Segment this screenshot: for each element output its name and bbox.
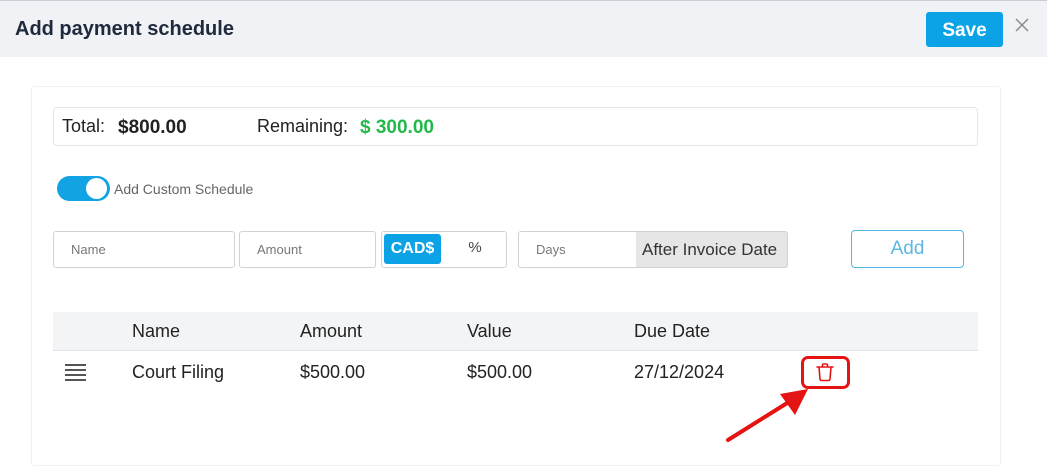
- modal-title: Add payment schedule: [15, 18, 234, 40]
- total-value: $800.00: [118, 117, 187, 138]
- name-input[interactable]: [53, 231, 235, 268]
- column-header-due-date: Due Date: [634, 321, 711, 341]
- custom-schedule-label: Add Custom Schedule: [114, 181, 254, 197]
- amount-input[interactable]: [239, 231, 376, 268]
- column-header-name: Name: [132, 321, 181, 341]
- days-input[interactable]: [518, 231, 638, 268]
- table-header: [53, 312, 978, 351]
- row-name: Court Filing: [132, 362, 225, 382]
- modal-header: Add payment schedule: [0, 0, 1047, 57]
- summary-box: [53, 107, 978, 146]
- percent-option[interactable]: %: [460, 239, 490, 256]
- annotation-arrow-icon: [726, 389, 808, 442]
- remaining-value: $ 300.00: [360, 117, 434, 138]
- column-header-value: Value: [467, 321, 512, 341]
- row-value: $500.00: [467, 362, 533, 382]
- column-header-amount: Amount: [300, 321, 363, 341]
- remaining-label: Remaining:: [257, 116, 349, 136]
- currency-option[interactable]: CAD$: [384, 234, 441, 264]
- add-button[interactable]: Add: [851, 230, 964, 268]
- save-button[interactable]: Save: [926, 12, 1003, 47]
- close-icon[interactable]: [1013, 16, 1031, 34]
- trash-icon[interactable]: [815, 362, 835, 382]
- payment-schedule-modal: Add payment schedule Save Total: $800.00…: [0, 0, 1047, 473]
- custom-schedule-toggle[interactable]: [57, 176, 110, 201]
- days-suffix: After Invoice Date: [636, 231, 788, 268]
- total-label: Total:: [62, 116, 106, 136]
- toggle-knob: [86, 178, 107, 199]
- row-due-date: 27/12/2024: [634, 362, 725, 382]
- drag-handle-icon[interactable]: [65, 364, 86, 382]
- row-amount: $500.00: [300, 362, 366, 382]
